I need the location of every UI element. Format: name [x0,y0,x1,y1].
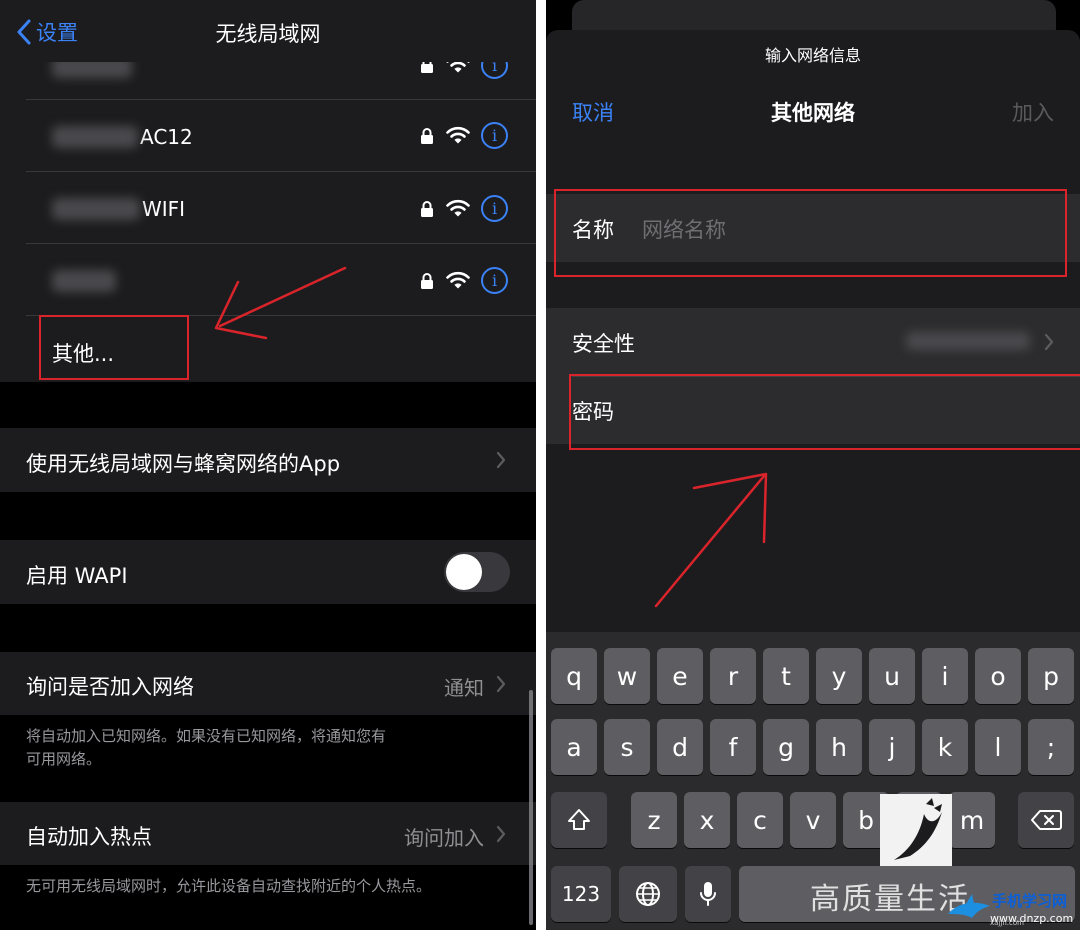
key-r[interactable]: r [710,648,756,704]
scrollbar[interactable] [529,690,533,925]
network-name: AC12 [140,125,193,149]
shift-key[interactable] [551,792,607,848]
globe-key[interactable] [619,866,677,922]
security-label: 安全性 [572,332,635,356]
info-button[interactable]: i [481,267,508,294]
highlight-box [39,315,189,380]
ask-to-join-label: 询问是否加入网络 [26,675,194,699]
ask-to-join-footnote: 将自动加入已知网络。如果没有已知网络，将通知您有 可用网络。 [26,727,387,768]
wifi-settings-screen: i AC12 i WIFI i i 其他... 设置 无线局域网 使用无线局域网… [0,0,536,930]
other-network-sheet-screen: 输入网络信息 取消 其他网络 加入 名称 网络名称 安全性 密码 q w e r… [546,0,1080,930]
auto-join-hotspot-footnote: 无可用无线局域网时，允许此设备自动查找附近的个人热点。 [26,877,432,895]
wifi-icon [446,199,470,217]
blurred-network-name [52,270,116,292]
chevron-right-icon [1044,333,1054,351]
wapi-toggle[interactable] [444,552,510,592]
key-l[interactable]: l [975,719,1021,775]
highlight-box [569,374,1080,450]
key-j[interactable]: j [869,719,915,775]
key-y[interactable]: y [816,648,862,704]
info-button[interactable]: i [481,122,508,149]
key-m[interactable]: m [949,792,995,848]
key-s[interactable]: s [604,719,650,775]
microphone-icon [700,882,716,906]
globe-icon [636,882,660,906]
shift-icon [568,809,590,830]
annotation-arrow [214,266,347,340]
auto-join-hotspot-row[interactable]: 自动加入热点 询问加入 [0,802,536,865]
security-row[interactable]: 安全性 [546,308,1080,376]
ask-to-join-value: 通知 [444,676,484,700]
chevron-right-icon [496,451,506,469]
key-i[interactable]: i [922,648,968,704]
join-button[interactable]: 加入 [1012,97,1054,127]
key-o[interactable]: o [975,648,1021,704]
bird-logo-icon [894,798,942,860]
blurred-security-value [906,332,1030,350]
highlight-box [554,189,1067,277]
key-a[interactable]: a [551,719,597,775]
key-h[interactable]: h [816,719,862,775]
shark-logo-icon [948,894,990,918]
toggle-knob [446,554,482,590]
wapi-row: 启用 WAPI [0,540,536,604]
network-row[interactable]: AC12 i [0,100,536,172]
navigation-bar: 设置 无线局域网 [0,0,536,62]
lock-icon [421,273,433,289]
ask-to-join-row[interactable]: 询问是否加入网络 通知 [0,652,536,715]
network-name: WIFI [142,197,186,221]
key-t[interactable]: t [763,648,809,704]
key-q[interactable]: q [551,648,597,704]
key-f[interactable]: f [710,719,756,775]
dictation-key[interactable] [685,866,731,922]
key-z[interactable]: z [631,792,677,848]
blurred-network-name [52,198,140,220]
apps-using-wifi-row[interactable]: 使用无线局域网与蜂窝网络的App [0,428,536,492]
wapi-label: 启用 WAPI [26,564,128,588]
key-u[interactable]: u [869,648,915,704]
apps-row-label: 使用无线局域网与蜂窝网络的App [26,452,341,476]
auto-join-hotspot-label: 自动加入热点 [26,825,152,849]
key-c[interactable]: c [737,792,783,848]
key-semicolon[interactable]: ; [1028,719,1074,775]
key-w[interactable]: w [604,648,650,704]
delete-key[interactable] [1018,792,1074,848]
lock-icon [421,128,433,144]
annotation-arrow [654,472,768,608]
auto-join-hotspot-value: 询问加入 [404,826,484,850]
chevron-right-icon [496,675,506,693]
key-x[interactable]: x [684,792,730,848]
blurred-network-name [52,126,138,148]
info-button[interactable]: i [481,195,508,222]
network-row[interactable]: WIFI i [0,172,536,244]
panel-divider [536,0,546,930]
sheet-prompt: 输入网络信息 [764,46,861,65]
site-domain: xajjn.com [990,919,1024,927]
chevron-right-icon [496,825,506,843]
backspace-icon [1031,810,1062,830]
wifi-icon [446,271,470,289]
numbers-key[interactable]: 123 [551,866,611,922]
lock-icon [421,201,433,217]
watermark-logo [880,794,952,866]
sheet-title: 其他网络 [771,101,855,125]
site-watermark: 手机学习网 www.dnzp.com xajjn.com [946,888,1080,930]
key-g[interactable]: g [763,719,809,775]
site-name: 手机学习网 [992,892,1068,910]
key-p[interactable]: p [1028,648,1074,704]
key-d[interactable]: d [657,719,703,775]
key-v[interactable]: v [790,792,836,848]
wifi-icon [446,126,470,144]
key-e[interactable]: e [657,648,703,704]
page-title: 无线局域网 [215,22,321,46]
key-k[interactable]: k [922,719,968,775]
